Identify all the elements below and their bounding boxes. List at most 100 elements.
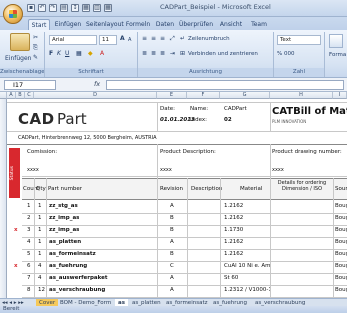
sort-icon[interactable]: ↕ (71, 4, 79, 12)
row-count[interactable]: 5 (27, 250, 31, 258)
row-material[interactable]: 1.1730 (224, 226, 270, 234)
row-count[interactable]: 7 (27, 274, 31, 282)
align-center-icon[interactable]: ≣ (151, 50, 156, 58)
column-header[interactable]: C (25, 92, 34, 99)
paste-button[interactable]: Einfügen (5, 55, 31, 63)
row-qty[interactable]: 1 (38, 250, 42, 258)
row-count[interactable]: 3 (27, 226, 31, 234)
drawing-number-value[interactable]: xxxx (272, 166, 284, 174)
commission-value[interactable]: xxxx (27, 166, 39, 174)
row-part-number[interactable]: as_formeinsatz (49, 250, 96, 258)
row-flag[interactable]: x (14, 226, 18, 234)
row-source[interactable]: Boug (335, 238, 347, 246)
grow-font-icon[interactable]: A (120, 35, 125, 43)
row-qty[interactable]: 1 (38, 238, 42, 246)
row-part-number[interactable]: zz_stg_as (49, 202, 78, 210)
underline-icon[interactable]: U (65, 50, 69, 58)
row-count[interactable]: 8 (27, 286, 31, 294)
row-revision[interactable]: A (170, 274, 174, 282)
column-header[interactable]: D (34, 92, 157, 99)
conditional-format-icon[interactable] (329, 34, 343, 48)
row-qty[interactable]: 1 (38, 226, 42, 234)
format-painter-icon[interactable]: ✎ (33, 54, 38, 62)
row-count[interactable]: 6 (27, 262, 31, 270)
tab-team[interactable]: Team (248, 19, 270, 30)
align-right-icon[interactable]: ≣ (160, 50, 165, 58)
worksheet[interactable]: A B C D E F G H I CAD Part Date: 01.01.2… (0, 92, 347, 298)
format-button[interactable]: Forma (329, 51, 346, 59)
paste-icon[interactable] (10, 33, 30, 51)
row-source[interactable]: Boug (335, 214, 347, 222)
column-header[interactable]: I (333, 92, 347, 99)
office-button[interactable] (3, 4, 23, 24)
column-header[interactable]: G (220, 92, 270, 99)
column-header[interactable]: H (270, 92, 333, 99)
tab-formeln[interactable]: Formeln (125, 19, 151, 30)
font-name-select[interactable]: Arial (49, 35, 97, 45)
row-count[interactable]: 1 (27, 202, 31, 210)
tab-ansicht[interactable]: Ansicht (218, 19, 244, 30)
row-material[interactable]: CuAl 10 Ni e. Amco (224, 262, 270, 270)
column-header[interactable]: A (7, 92, 16, 99)
row-part-number[interactable]: zz_imp_as (49, 214, 79, 222)
row-source[interactable]: Boug (335, 262, 347, 270)
row-qty[interactable]: 1 (38, 214, 42, 222)
column-header[interactable]: E (157, 92, 187, 99)
row-material[interactable]: 1.2162 (224, 214, 270, 222)
row-material[interactable]: 1.2162 (224, 250, 270, 258)
shrink-font-icon[interactable]: A (128, 36, 131, 44)
row-source[interactable]: Boug (335, 250, 347, 258)
table-icon[interactable]: ▦ (82, 4, 90, 12)
orientation-icon[interactable]: ⤢ (170, 35, 175, 43)
formula-input[interactable] (106, 80, 344, 90)
row-material[interactable]: 1.2312 / V1000-110 (224, 286, 270, 294)
row-header-strip[interactable] (0, 99, 7, 298)
indent-icon[interactable]: ⇥ (170, 50, 175, 58)
row-revision[interactable]: A (170, 202, 174, 210)
row-part-number[interactable]: zz_imp_as (49, 226, 79, 234)
row-source[interactable]: Boug (335, 286, 347, 294)
row-material[interactable]: 1.2162 (224, 238, 270, 246)
chart-icon[interactable]: ▥ (93, 4, 101, 12)
number-format-buttons[interactable]: % 000 (277, 50, 294, 58)
wrap-text-button[interactable]: Zeilenumbruch (188, 35, 230, 43)
font-size-select[interactable]: 11 (99, 35, 117, 45)
row-part-number[interactable]: as_platten (49, 238, 81, 246)
align-bottom-icon[interactable]: ≡ (160, 35, 165, 43)
row-revision[interactable]: B (170, 250, 174, 258)
merge-center-button[interactable]: Verbinden und zentrieren (188, 50, 258, 58)
border-icon[interactable]: ▦ (76, 50, 82, 58)
font-color-icon[interactable]: A (100, 50, 104, 58)
product-description-value[interactable]: xxxx (160, 166, 172, 174)
row-revision[interactable]: B (170, 226, 174, 234)
align-top-icon[interactable]: ≡ (142, 35, 147, 43)
row-count[interactable]: 4 (27, 238, 31, 246)
row-source[interactable]: Boug (335, 202, 347, 210)
italic-icon[interactable]: K (57, 50, 61, 58)
bold-icon[interactable]: F (49, 50, 53, 58)
tab-ueberpruefen[interactable]: Überprüfen (178, 19, 214, 30)
row-part-number[interactable]: as_verschraubung (49, 286, 105, 294)
row-revision[interactable]: A (170, 238, 174, 246)
align-left-icon[interactable]: ≣ (142, 50, 147, 58)
undo-icon[interactable]: ↶ (38, 4, 46, 12)
align-middle-icon[interactable]: ≡ (151, 35, 156, 43)
row-revision[interactable]: B (170, 214, 174, 222)
row-material[interactable]: St 60 (224, 274, 270, 282)
name-box[interactable]: I17 (4, 80, 56, 90)
row-part-number[interactable]: as_auswerferpaket (49, 274, 108, 282)
row-material[interactable]: 1.2162 (224, 202, 270, 210)
tab-daten[interactable]: Daten (154, 19, 176, 30)
row-qty[interactable]: 4 (38, 262, 42, 270)
cut-icon[interactable]: ✂ (33, 34, 38, 42)
row-source[interactable]: Boug (335, 226, 347, 234)
save-icon[interactable]: ▪ (27, 4, 35, 12)
wrap-text-icon[interactable]: ↵ (180, 35, 185, 43)
row-count[interactable]: 2 (27, 214, 31, 222)
tab-einfuegen[interactable]: Einfügen (54, 19, 82, 30)
row-revision[interactable]: C (170, 262, 174, 270)
copy-icon[interactable]: ⎘ (33, 44, 38, 52)
tab-seitenlayout[interactable]: Seitenlayout (86, 19, 124, 30)
select-all-corner[interactable] (0, 92, 7, 99)
redo-icon[interactable]: ↷ (49, 4, 57, 12)
